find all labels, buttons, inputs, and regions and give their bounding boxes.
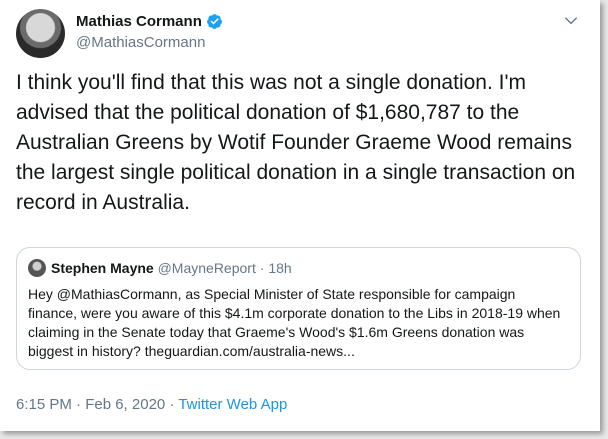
tweet-source-link[interactable]: Twitter Web App: [178, 396, 287, 413]
tweet-card: Mathias Cormann @MathiasCormann I think …: [0, 0, 600, 431]
tweet-text: I think you'll find that this was not a …: [16, 71, 576, 214]
author-avatar[interactable]: [16, 9, 65, 58]
author-handle[interactable]: @MathiasCormann: [76, 34, 205, 51]
quoted-author-name: Stephen Mayne: [51, 260, 154, 276]
quoted-author-handle: @MayneReport: [157, 260, 256, 276]
chevron-down-icon[interactable]: [564, 14, 578, 28]
tweet-timestamp[interactable]: 6:15 PM · Feb 6, 2020: [16, 396, 165, 413]
meta-separator: ·: [169, 396, 175, 413]
author-display-name[interactable]: Mathias Cormann: [76, 13, 202, 30]
quoted-tweet-age: 18h: [268, 260, 292, 276]
author-name-row: Mathias Cormann: [76, 13, 223, 30]
quoted-tweet[interactable]: Stephen Mayne @MayneReport · 18h Hey @Ma…: [16, 247, 581, 370]
verified-badge-icon: [206, 14, 222, 29]
quoted-tweet-text: Hey @MathiasCormann, as Special Minister…: [28, 286, 561, 359]
quoted-tweet-header: Stephen Mayne @MayneReport · 18h: [51, 260, 292, 276]
tweet-meta: 6:15 PM · Feb 6, 2020 · Twitter Web App: [16, 396, 287, 413]
quoted-author-avatar: [28, 259, 46, 277]
quoted-separator: ·: [259, 260, 265, 276]
